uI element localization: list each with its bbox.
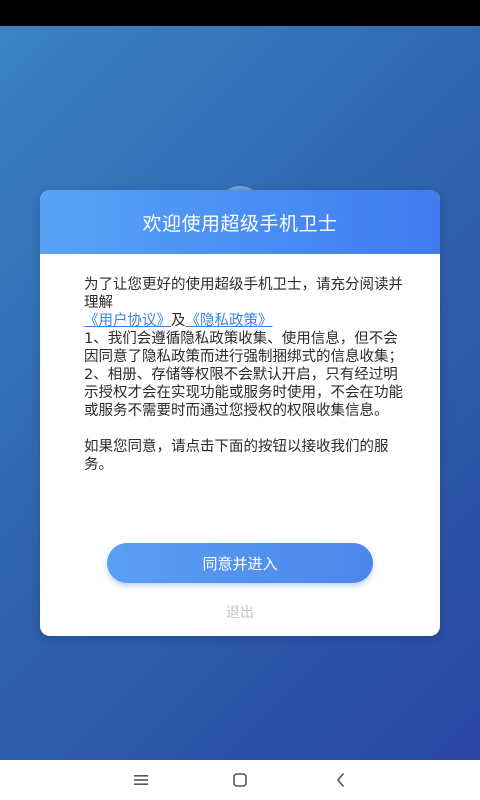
home-icon[interactable] <box>228 768 252 792</box>
and-text: 及 <box>171 313 186 329</box>
dialog-body: 为了让您更好的使用超级手机卫士，请充分阅读并理解 《用户协议》及《隐私政策》 1… <box>40 254 440 474</box>
exit-button[interactable]: 退出 <box>40 602 440 622</box>
status-bar <box>0 0 480 26</box>
back-icon[interactable] <box>329 768 353 792</box>
system-navigation-bar <box>0 760 480 800</box>
consent-point-1: 1、我们会遵循隐私政策收集、使用信息，但不会因同意了隐私政策而进行强制捆绑式的信… <box>84 331 403 365</box>
user-agreement-link[interactable]: 《用户协议》 <box>84 313 171 329</box>
closing-paragraph: 如果您同意，请点击下面的按钮以接收我们的服务。 <box>84 439 389 473</box>
menu-icon[interactable] <box>129 768 153 792</box>
consent-point-2: 2、相册、存储等权限不会默认开启，只有经过明示授权才会在实现功能或服务时使用，不… <box>84 367 403 419</box>
intro-text: 为了让您更好的使用超级手机卫士，请充分阅读并理解 <box>84 277 403 311</box>
dialog-header: 欢迎使用超级手机卫士 <box>40 190 440 254</box>
privacy-consent-dialog: 欢迎使用超级手机卫士 为了让您更好的使用超级手机卫士，请充分阅读并理解 《用户协… <box>40 190 440 636</box>
intro-paragraph: 为了让您更好的使用超级手机卫士，请充分阅读并理解 《用户协议》及《隐私政策》 <box>84 276 404 330</box>
agree-and-enter-button[interactable]: 同意并进入 <box>107 543 373 583</box>
dialog-title: 欢迎使用超级手机卫士 <box>142 212 338 235</box>
privacy-policy-link[interactable]: 《隐私政策》 <box>186 313 273 329</box>
